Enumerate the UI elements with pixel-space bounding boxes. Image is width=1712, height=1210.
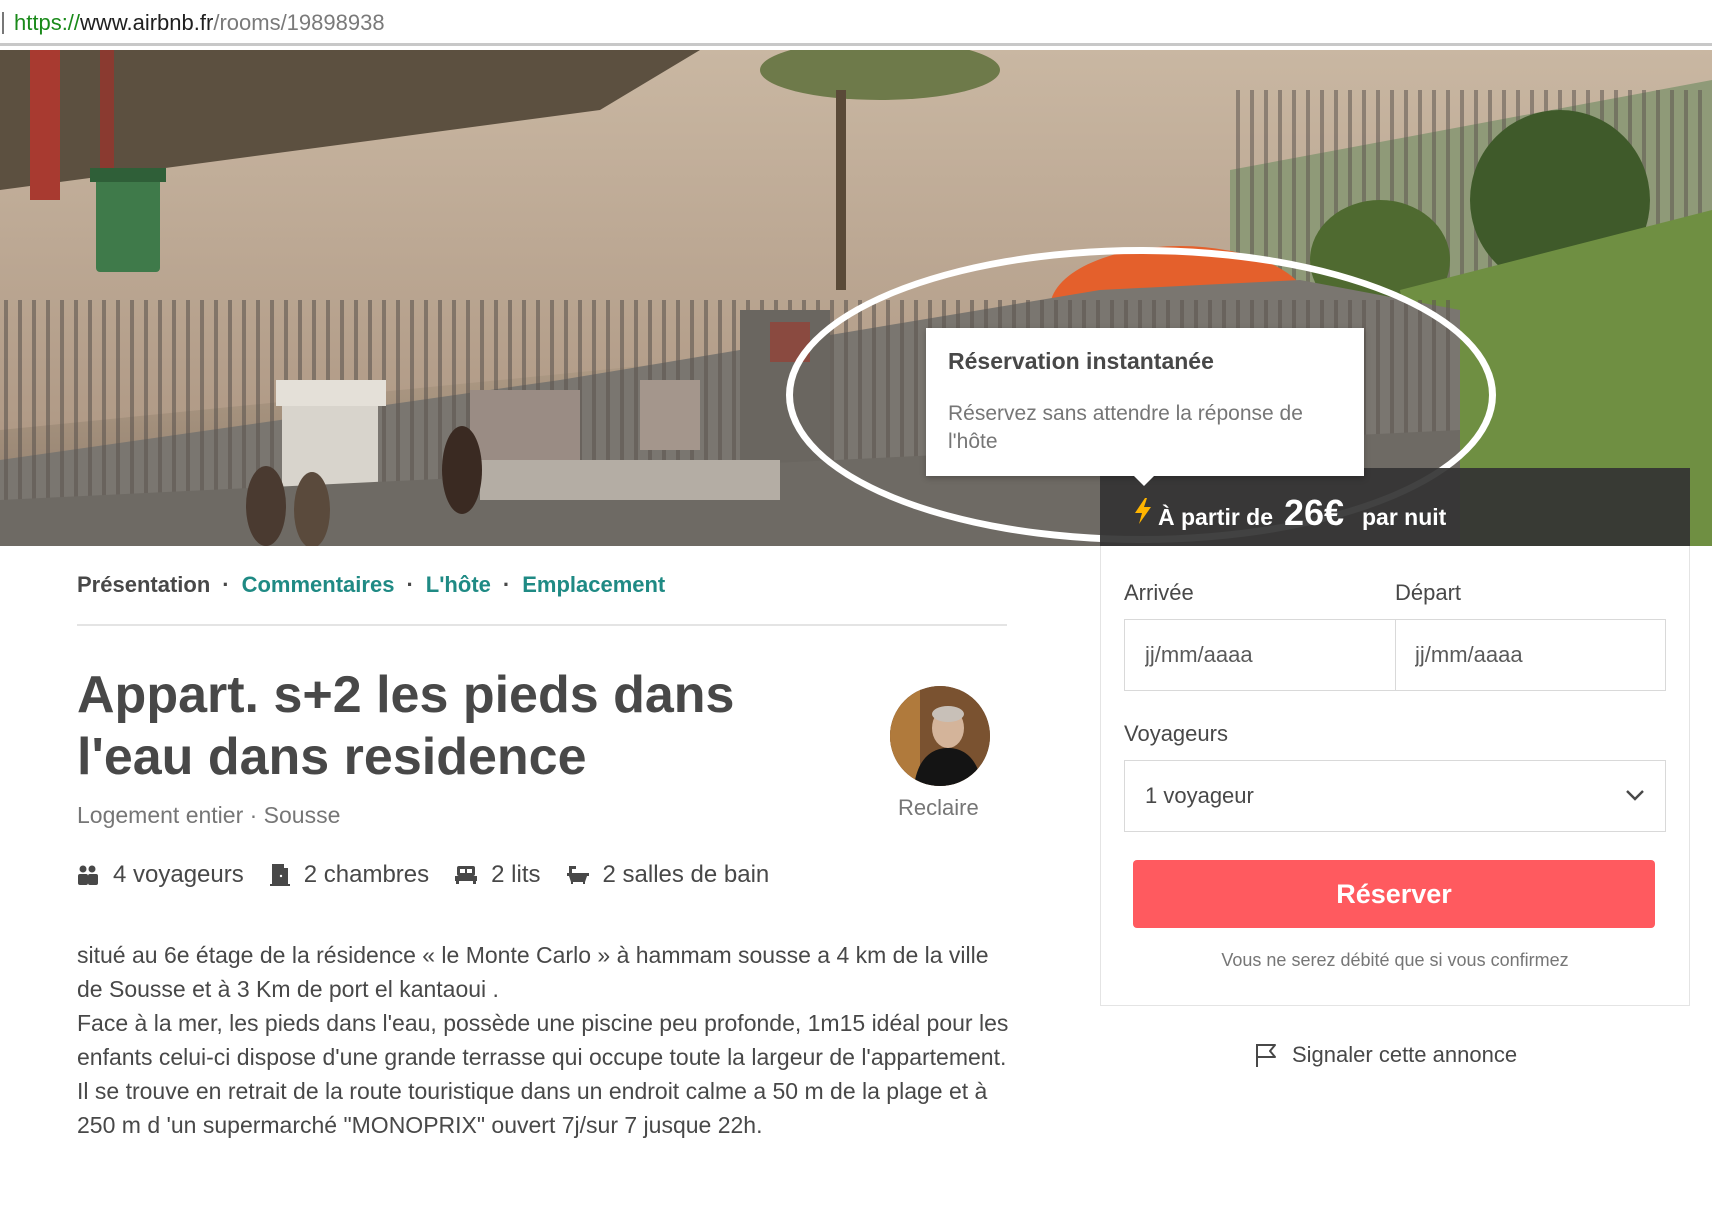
browser-address-bar[interactable]: https://www.airbnb.fr/rooms/19898938 <box>0 0 1712 46</box>
guests-select[interactable]: 1 voyageur <box>1124 760 1666 832</box>
listing-title: Appart. s+2 les pieds dans l'eau dans re… <box>77 666 735 786</box>
nav-item-emplacement[interactable]: Emplacement <box>522 572 665 598</box>
nav-separator: · <box>222 572 230 597</box>
amenity-bathrooms-label: 2 salles de bain <box>602 861 770 888</box>
lightning-bolt-icon <box>1135 498 1151 524</box>
amenity-guests-label: 4 voyageurs <box>113 861 244 888</box>
section-nav: Présentation · Commentaires · L'hôte · Emplace… <box>77 572 665 598</box>
amenity-bedrooms-label: 2 chambres <box>303 861 430 888</box>
guests-label: Voyageurs <box>1124 721 1228 746</box>
guests-icon <box>78 865 98 885</box>
guests-select-value: 1 voyageur <box>1145 783 1254 808</box>
host-photo-image <box>890 686 990 786</box>
tooltip-arrow <box>1132 474 1156 486</box>
section-divider <box>77 624 1007 626</box>
host-avatar[interactable] <box>890 686 990 786</box>
report-listing-link[interactable]: Signaler cette annonce <box>1254 1040 1517 1070</box>
bed-icon <box>455 866 478 884</box>
nav-item-commentaires[interactable]: Commentaires <box>242 572 395 598</box>
listing-description: situé au 6e étage de la résidence « le M… <box>77 938 1017 1142</box>
report-listing-label: Signaler cette annonce <box>1292 1042 1518 1067</box>
nav-item-presentation[interactable]: Présentation <box>77 572 210 598</box>
departure-date-input[interactable] <box>1395 620 1645 690</box>
booking-note: Vous ne serez débité que si vous confirm… <box>1221 950 1569 970</box>
amenity-bedrooms: 2 chambres <box>269 861 430 889</box>
url-host: www.airbnb.fr <box>80 10 214 35</box>
nav-item-hote[interactable]: L'hôte <box>426 572 491 598</box>
amenity-bathrooms: 2 salles de bain <box>566 861 770 889</box>
nav-separator: · <box>502 572 511 597</box>
url-scheme: https:// <box>14 10 81 35</box>
listing-subtitle: Logement entier · Sousse <box>77 802 341 828</box>
departure-label: Départ <box>1395 580 1462 605</box>
chevron-down-icon <box>1626 790 1644 801</box>
amenity-beds-label: 2 lits <box>491 861 541 888</box>
url-path: /rooms/19898938 <box>213 10 385 35</box>
flag-icon <box>1256 1044 1276 1067</box>
door-icon <box>269 864 290 886</box>
price-from-label: À partir de <box>1158 504 1274 530</box>
arrival-label: Arrivée <box>1124 580 1194 605</box>
amenities-row: 4 voyageurs 2 chambres 2 lits 2 salles d… <box>77 860 795 890</box>
instant-booking-tooltip: Réservation instantanée Réservez sans at… <box>926 328 1364 476</box>
nightly-price: 26€ <box>1284 492 1345 533</box>
bathtub-icon <box>566 866 589 884</box>
description-paragraph: situé au 6e étage de la résidence « le M… <box>77 942 989 1002</box>
host-name[interactable]: Reclaire <box>898 795 979 821</box>
tooltip-body: Réservez sans attendre la réponse de l'h… <box>948 402 1303 453</box>
amenity-guests: 4 voyageurs <box>77 861 244 889</box>
price-bar: À partir de 26€ par nuit <box>1100 468 1690 546</box>
description-paragraph: Face à la mer, les pieds dans l'eau, pos… <box>77 1010 1009 1138</box>
date-range-picker <box>1124 619 1666 691</box>
tooltip-title: Réservation instantanée <box>948 348 1214 374</box>
reserve-button[interactable]: Réserver <box>1133 860 1655 928</box>
url-text[interactable]: https://www.airbnb.fr/rooms/19898938 <box>14 10 385 36</box>
price-per-night-label: par nuit <box>1362 504 1447 530</box>
amenity-beds: 2 lits <box>455 861 541 889</box>
arrival-date-input[interactable] <box>1125 620 1375 690</box>
text-caret <box>2 12 4 34</box>
nav-separator: · <box>406 572 414 597</box>
